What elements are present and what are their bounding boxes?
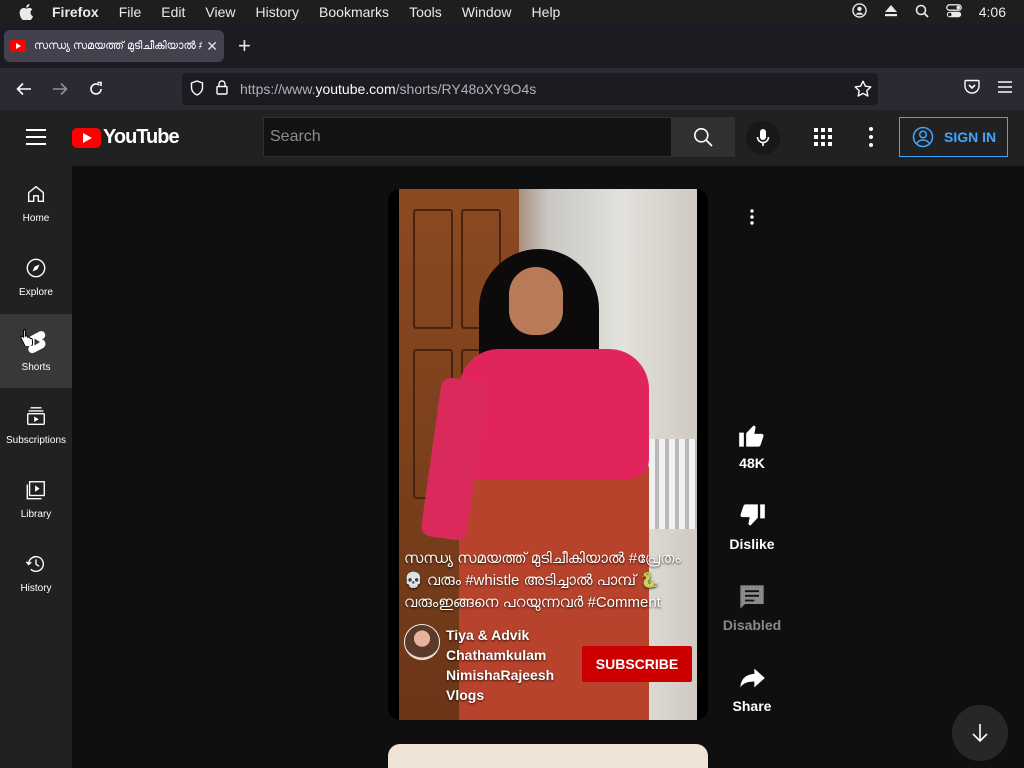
sidebar-item-label: Home [22, 212, 50, 224]
hand-cursor-icon [20, 329, 34, 346]
sidebar-item-subscriptions[interactable]: Subscriptions [0, 388, 72, 462]
sidebar-item-library[interactable]: Library [0, 462, 72, 536]
menu-edit[interactable]: Edit [151, 4, 195, 20]
short-caption[interactable]: സന്ധ്യ സമയത്ത് മുടിചീകിയാൽ #പ്രേതം 💀 വരു… [404, 548, 688, 614]
new-tab-icon[interactable]: + [238, 35, 251, 57]
guide-menu-icon[interactable] [26, 129, 46, 150]
arrow-down-icon [972, 724, 988, 743]
spotlight-search-icon[interactable] [915, 4, 929, 21]
dislike-button[interactable]: Dislike [718, 502, 786, 552]
history-icon [25, 555, 44, 572]
comment-icon [740, 585, 764, 609]
video-more-button[interactable] [742, 207, 762, 232]
macos-menubar: Firefox File Edit View History Bookmarks… [0, 0, 1024, 24]
search-input[interactable] [264, 128, 671, 146]
forward-button[interactable] [42, 82, 78, 96]
menu-help[interactable]: Help [522, 4, 571, 20]
subscribe-button[interactable]: SUBSCRIBE [582, 646, 692, 682]
channel-avatar[interactable] [404, 624, 440, 660]
url-bar[interactable]: https://www.youtube.com/shorts/RY48oXY9O… [182, 73, 878, 105]
dislike-label: Dislike [729, 536, 775, 552]
youtube-logo-text: YouTube [103, 126, 180, 148]
compass-icon [26, 258, 46, 277]
next-video-button[interactable] [952, 705, 1008, 761]
apps-grid-icon [814, 128, 832, 146]
account-circle-icon [912, 126, 934, 148]
channel-name[interactable]: Tiya & Advik Chathamkulam NimishaRajeesh… [446, 625, 576, 705]
search-icon [694, 128, 713, 147]
youtube-mini-guide: Home Explore Shorts Subscriptions Librar… [0, 166, 72, 768]
sign-in-button[interactable]: SIGN IN [899, 117, 1008, 157]
vertical-dots-icon [750, 209, 754, 225]
vertical-dots-icon [869, 127, 873, 147]
lock-icon[interactable] [216, 80, 228, 98]
menu-file[interactable]: File [109, 4, 152, 20]
youtube-header: YouTube SIGN IN [0, 110, 1024, 166]
menu-history[interactable]: History [245, 4, 309, 20]
menu-firefox[interactable]: Firefox [52, 4, 109, 20]
nav-toolbar: https://www.youtube.com/shorts/RY48oXY9O… [0, 68, 1024, 110]
eject-icon[interactable] [884, 4, 898, 20]
tab-close-icon[interactable]: ✕ [206, 38, 218, 55]
search-button[interactable] [671, 117, 735, 157]
menu-tools[interactable]: Tools [399, 4, 452, 20]
tab-title: സന്ധ്യ സമയത്ത് മുടിചീകിയാൽ #പ്രേതം [34, 39, 202, 52]
menu-bookmarks[interactable]: Bookmarks [309, 4, 399, 20]
reload-button[interactable] [78, 81, 114, 97]
sign-in-label: SIGN IN [944, 129, 997, 145]
url-text[interactable]: https://www.youtube.com/shorts/RY48oXY9O… [240, 81, 536, 97]
home-icon [27, 185, 45, 202]
menubar-clock[interactable]: 4:06 [979, 4, 1006, 20]
search-box[interactable] [263, 117, 672, 157]
share-arrow-icon [740, 668, 765, 688]
pocket-icon[interactable] [964, 79, 980, 99]
tracking-protection-shield-icon[interactable] [190, 79, 204, 99]
youtube-logo-icon [72, 127, 101, 148]
sidebar-item-explore[interactable]: Explore [0, 240, 72, 314]
menu-view[interactable]: View [195, 4, 245, 20]
share-label: Share [732, 698, 772, 714]
sidebar-item-home[interactable]: Home [0, 166, 72, 240]
app-menu-hamburger-icon[interactable] [998, 80, 1012, 98]
subscriptions-icon [27, 406, 45, 425]
sidebar-item-label: Library [20, 508, 52, 520]
microphone-icon [756, 129, 770, 146]
youtube-favicon-icon [10, 40, 26, 52]
thumbs-up-icon [739, 425, 764, 447]
like-count: 48K [739, 455, 765, 471]
sidebar-item-history[interactable]: History [0, 536, 72, 610]
share-button[interactable]: Share [718, 664, 786, 714]
sidebar-item-label: Shorts [21, 361, 51, 373]
sidebar-item-shorts[interactable]: Shorts [0, 314, 72, 388]
tab-youtube-short[interactable]: സന്ധ്യ സമയത്ത് മുടിചീകിയാൽ #പ്രേതം ✕ [4, 30, 224, 62]
tab-strip: സന്ധ്യ സമയത്ത് മുടിചീകിയാൽ #പ്രേതം ✕ + [0, 24, 1024, 68]
comments-disabled-label: Disabled [722, 617, 782, 633]
voice-search-button[interactable] [746, 121, 780, 155]
thumbs-down-icon [740, 504, 765, 526]
comments-button[interactable]: Disabled [718, 583, 786, 633]
sidebar-item-label: Subscriptions [5, 434, 67, 446]
back-button[interactable] [6, 82, 42, 96]
user-account-icon[interactable] [851, 3, 867, 21]
youtube-logo[interactable]: YouTube [72, 126, 180, 149]
library-icon [26, 480, 45, 499]
control-center-icon[interactable] [945, 3, 962, 21]
bookmark-star-icon[interactable] [854, 80, 872, 100]
like-button[interactable]: 48K [718, 421, 786, 471]
settings-more-button[interactable] [866, 126, 876, 153]
apple-menu-icon[interactable] [0, 4, 52, 20]
sidebar-item-label: History [20, 582, 52, 594]
sidebar-item-label: Explore [19, 286, 53, 298]
youtube-apps-button[interactable] [813, 127, 833, 152]
next-short-preview[interactable] [388, 744, 708, 768]
menu-window[interactable]: Window [452, 4, 522, 20]
